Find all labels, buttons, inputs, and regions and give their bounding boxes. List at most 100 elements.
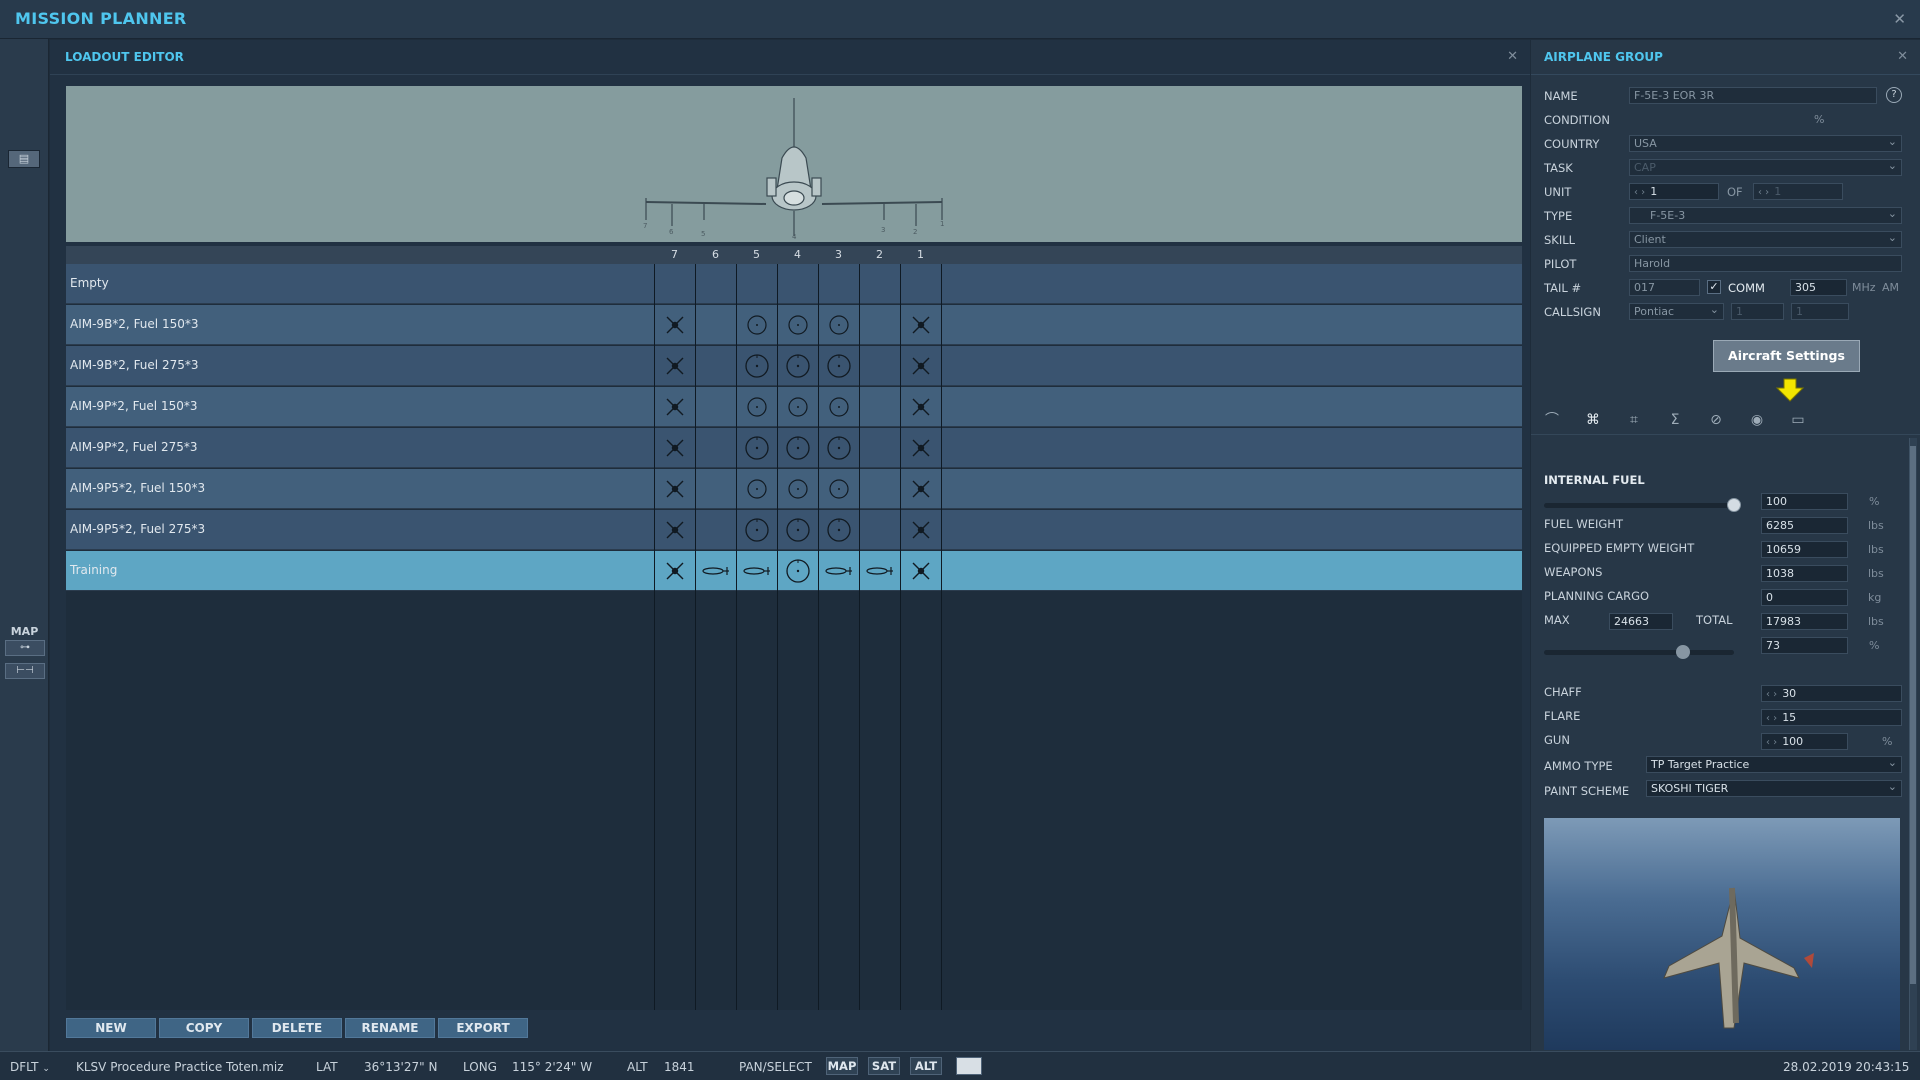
station-cell[interactable]: [695, 510, 736, 550]
station-cell[interactable]: [818, 305, 859, 345]
station-cell[interactable]: [777, 264, 818, 304]
station-cell[interactable]: [859, 264, 900, 304]
close-icon[interactable]: ✕: [1897, 49, 1908, 64]
country-select[interactable]: USA: [1629, 135, 1902, 152]
properties-icon[interactable]: ⌗: [1623, 410, 1645, 430]
station-cell[interactable]: [695, 387, 736, 427]
station-cell[interactable]: [736, 469, 777, 509]
station-cell[interactable]: [777, 551, 818, 591]
fuel-slider[interactable]: [1544, 503, 1734, 508]
station-cell[interactable]: [900, 346, 941, 386]
station-cell[interactable]: [736, 510, 777, 550]
name-field[interactable]: F-5E-3 EOR 3R: [1629, 87, 1877, 104]
map-view-button[interactable]: MAP: [826, 1057, 858, 1075]
help-icon[interactable]: ?: [1886, 87, 1902, 103]
loadout-row[interactable]: AIM-9B*2, Fuel 275*3: [66, 346, 1522, 386]
station-cell[interactable]: [736, 346, 777, 386]
station-cell[interactable]: [695, 469, 736, 509]
loadout-row[interactable]: AIM-9B*2, Fuel 150*3: [66, 305, 1522, 345]
stepper-arrows-icon[interactable]: ‹ ›: [1766, 713, 1777, 724]
clipboard-icon[interactable]: ▤: [8, 150, 40, 168]
station-cell[interactable]: [777, 387, 818, 427]
pilot-field[interactable]: Harold: [1629, 255, 1902, 272]
unit-stepper[interactable]: ‹ › 1: [1629, 183, 1719, 200]
station-cell[interactable]: [859, 346, 900, 386]
station-cell[interactable]: [818, 346, 859, 386]
station-cell[interactable]: [695, 264, 736, 304]
station-cell[interactable]: [818, 510, 859, 550]
stepper-arrows-icon[interactable]: ‹ ›: [1758, 187, 1769, 198]
station-cell[interactable]: [654, 387, 695, 427]
station-cell[interactable]: [777, 305, 818, 345]
loadout-row[interactable]: AIM-9P*2, Fuel 150*3: [66, 387, 1522, 427]
payload-icon[interactable]: ⌘: [1582, 410, 1604, 430]
stepper-arrows-icon[interactable]: ‹ ›: [1766, 737, 1777, 748]
aircraft-settings-button[interactable]: Aircraft Settings: [1713, 340, 1860, 372]
station-cell[interactable]: [818, 551, 859, 591]
station-cell[interactable]: [654, 264, 695, 304]
delete-button[interactable]: DELETE: [252, 1018, 342, 1038]
paint-scheme-select[interactable]: SKOSHI TIGER: [1646, 780, 1902, 797]
pan-select-mode[interactable]: PAN/SELECT: [739, 1060, 812, 1074]
map-tool-button[interactable]: ⊶: [5, 640, 45, 656]
station-cell[interactable]: [777, 469, 818, 509]
chaff-stepper[interactable]: ‹ › 30: [1761, 685, 1902, 702]
briefing-icon[interactable]: ▭: [1787, 410, 1809, 430]
station-cell[interactable]: [777, 428, 818, 468]
copy-button[interactable]: COPY: [159, 1018, 249, 1038]
station-cell[interactable]: [818, 428, 859, 468]
gun-stepper[interactable]: ‹ › 100: [1761, 733, 1848, 750]
station-cell[interactable]: [900, 469, 941, 509]
station-cell[interactable]: [654, 305, 695, 345]
station-cell[interactable]: [777, 510, 818, 550]
station-cell[interactable]: [736, 264, 777, 304]
radio-icon[interactable]: ◉: [1746, 410, 1768, 430]
camera-icon[interactable]: [956, 1057, 982, 1075]
comm-checkbox[interactable]: ✓: [1707, 280, 1721, 294]
fuel-slider-knob[interactable]: [1727, 498, 1741, 512]
station-cell[interactable]: [736, 551, 777, 591]
failures-icon[interactable]: ⊘: [1705, 410, 1727, 430]
sat-view-button[interactable]: SAT: [868, 1057, 900, 1075]
station-cell[interactable]: [900, 387, 941, 427]
rename-button[interactable]: RENAME: [345, 1018, 435, 1038]
station-cell[interactable]: [654, 428, 695, 468]
station-cell[interactable]: [777, 346, 818, 386]
loadout-row[interactable]: AIM-9P5*2, Fuel 275*3: [66, 510, 1522, 550]
fuel-weight-field[interactable]: 6285: [1761, 517, 1848, 534]
station-cell[interactable]: [818, 469, 859, 509]
station-cell[interactable]: [859, 510, 900, 550]
station-cell[interactable]: [900, 305, 941, 345]
station-cell[interactable]: [654, 551, 695, 591]
station-cell[interactable]: [695, 346, 736, 386]
flare-stepper[interactable]: ‹ › 15: [1761, 709, 1902, 726]
new-button[interactable]: NEW: [66, 1018, 156, 1038]
scrollbar-thumb[interactable]: [1910, 446, 1916, 984]
skill-select[interactable]: Client: [1629, 231, 1902, 248]
planning-cargo-field[interactable]: 0: [1761, 589, 1848, 606]
loadout-row[interactable]: Training: [66, 551, 1522, 591]
station-cell[interactable]: [859, 305, 900, 345]
close-icon[interactable]: ✕: [1893, 10, 1906, 28]
station-cell[interactable]: [695, 551, 736, 591]
station-cell[interactable]: [654, 469, 695, 509]
station-cell[interactable]: [736, 428, 777, 468]
station-cell[interactable]: [736, 387, 777, 427]
unit-total-stepper[interactable]: ‹ › 1: [1753, 183, 1843, 200]
station-cell[interactable]: [900, 264, 941, 304]
callsign-number-1[interactable]: 1: [1731, 303, 1784, 320]
station-cell[interactable]: [900, 428, 941, 468]
loadout-row[interactable]: AIM-9P*2, Fuel 275*3: [66, 428, 1522, 468]
callsign-select[interactable]: Pontiac: [1629, 303, 1724, 320]
fuel-percent-field[interactable]: 100: [1761, 493, 1848, 510]
summary-icon[interactable]: Σ: [1664, 410, 1686, 430]
station-cell[interactable]: [859, 469, 900, 509]
station-cell[interactable]: [859, 551, 900, 591]
station-cell[interactable]: [818, 387, 859, 427]
stepper-arrows-icon[interactable]: ‹ ›: [1766, 689, 1777, 700]
task-select[interactable]: CAP: [1629, 159, 1902, 176]
station-cell[interactable]: [654, 510, 695, 550]
comm-frequency-field[interactable]: 305: [1790, 279, 1847, 296]
station-cell[interactable]: [859, 387, 900, 427]
ammo-type-select[interactable]: TP Target Practice: [1646, 756, 1902, 773]
